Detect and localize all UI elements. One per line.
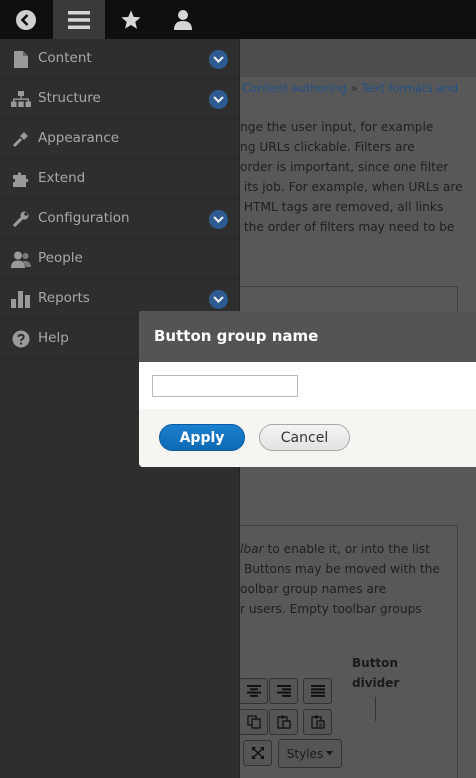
toolbar-help-text: lbar to enable it, or into the list Butt… [240,539,476,619]
styles-label: Styles [286,746,324,761]
button-group-name-dialog: Button group name Apply Cancel [139,311,476,467]
bar-chart-icon [11,290,31,308]
hamburger-icon [68,10,90,29]
filter-order-description: nge the user input, for example ng URLs c… [240,117,476,237]
shortcuts-button[interactable] [105,0,157,39]
align-center-icon [246,685,261,697]
text-line: divider [352,676,400,690]
dialog-title: Button group name [154,327,319,345]
menu-item-people[interactable]: People [0,239,240,279]
menu-item-label: Reports [38,290,90,306]
text-line: Buttons may be moved with the [240,562,440,576]
button-group-name-input[interactable] [152,375,298,397]
menu-item-label: Configuration [38,210,130,226]
help-icon [11,330,31,348]
page-header [240,39,476,77]
breadcrumb-link[interactable]: Text formats and [361,81,458,95]
text-line: order is important, since one filter [240,160,449,174]
paste-button[interactable] [269,709,298,735]
user-icon [174,9,192,30]
menu-item-label: Appearance [38,130,120,146]
menu-item-label: People [38,250,83,266]
chevron-down-icon[interactable] [209,210,228,229]
emphasis: lbar [240,542,264,556]
copy-button[interactable] [240,709,268,735]
text-line: oolbar group names are [240,582,387,596]
justify-button[interactable] [303,678,332,704]
text-line: lbar to enable it, or into the list [240,539,476,559]
text-line: nge the user input, for example [240,120,434,134]
star-icon [121,9,141,29]
copy-icon [246,715,261,729]
text-line: ng URLs clickable. Filters are [240,140,415,154]
menu-item-label: Help [38,330,69,346]
text-line: the order of filters may need to be [240,220,455,234]
text-line: Button [352,656,398,670]
maximize-icon [251,747,264,759]
breadcrumb: Content authoring » Text formats and [242,81,458,95]
paste-text-button[interactable] [303,709,332,735]
dialog-footer: Apply Cancel [139,409,476,467]
paste-text-icon [310,715,325,729]
align-right-icon [276,685,291,697]
menu-button[interactable] [53,0,105,39]
breadcrumb-separator: » [350,81,358,95]
dialog-body [139,362,476,409]
menu-item-label: Content [38,50,92,66]
text-line: r users. Empty toolbar groups [240,602,422,616]
styles-dropdown[interactable]: Styles [278,739,342,768]
back-circle-icon [16,9,36,30]
chevron-down-icon[interactable] [209,50,228,69]
justify-icon [310,685,325,697]
menu-item-structure[interactable]: Structure [0,79,240,119]
file-icon [11,50,31,68]
chevron-down-icon[interactable] [209,290,228,309]
back-button[interactable] [0,0,52,39]
menu-item-label: Structure [38,90,101,106]
caret-down-icon [326,751,334,756]
align-right-button[interactable] [269,678,298,704]
paste-icon [276,715,291,729]
menu-item-configuration[interactable]: Configuration [0,199,240,239]
puzzle-icon [11,170,31,188]
user-button[interactable] [157,0,209,39]
button-divider[interactable] [375,697,376,721]
menu-item-content[interactable]: Content [0,39,240,79]
align-center-button[interactable] [240,678,268,704]
menu-item-label: Extend [38,170,86,186]
apply-button[interactable]: Apply [159,424,245,451]
cancel-button[interactable]: Cancel [259,424,350,451]
sitemap-icon [11,90,31,108]
dialog-title-bar: Button group name [139,311,476,362]
chevron-down-icon[interactable] [209,90,228,109]
breadcrumb-link[interactable]: Content authoring [242,81,347,95]
button-divider-label: Button divider [352,653,399,693]
paintbrush-icon [11,130,31,148]
menu-item-extend[interactable]: Extend [0,159,240,199]
maximize-button[interactable] [243,740,272,766]
people-icon [11,250,31,268]
wrench-icon [11,210,31,228]
menu-item-appearance[interactable]: Appearance [0,119,240,159]
text-line: its job. For example, when URLs are [240,180,463,194]
text-span: to enable it, or into the list [263,542,431,556]
text-line: HTML tags are removed, all links [240,200,444,214]
admin-toolbar [0,0,476,39]
